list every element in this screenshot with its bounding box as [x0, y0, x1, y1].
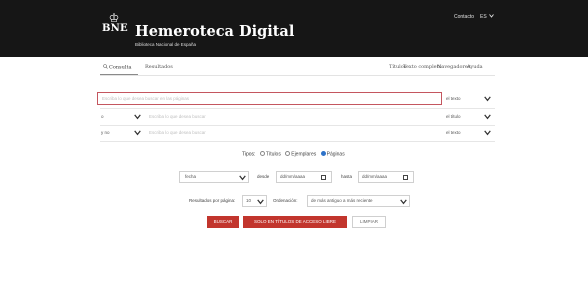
chevron-down-icon[interactable] — [484, 130, 491, 136]
field-select-3[interactable]: el texto — [446, 130, 461, 136]
date-to-label: hasta — [341, 174, 353, 179]
per-page-value: 10 — [246, 198, 252, 203]
row-divider — [100, 108, 495, 109]
radio-label-paginas[interactable]: Páginas — [327, 152, 345, 158]
nav-ayuda[interactable]: Ayuda — [467, 64, 483, 71]
search-icon — [103, 64, 108, 69]
site-header: ♔ BNE Hemeroteca Digital Biblioteca Naci… — [0, 0, 588, 57]
types-filter: Tipos: Títulos Ejemplares Páginas — [242, 151, 345, 159]
nav-divider — [100, 75, 495, 76]
calendar-icon[interactable] — [321, 174, 326, 180]
search-placeholder-1: Escriba lo que desea buscar en las págin… — [102, 96, 190, 101]
per-page-label: Resultados por página: — [189, 198, 236, 203]
site-title[interactable]: Hemeroteca Digital — [135, 24, 294, 40]
chevron-down-icon — [257, 199, 264, 204]
language-label: ES — [480, 14, 487, 20]
order-select[interactable]: de más antiguo a más reciente — [307, 195, 410, 207]
nav-texto-completo[interactable]: Texto completo — [403, 64, 442, 71]
date-from-input[interactable]: dd/mm/aaaa — [276, 171, 332, 183]
search-placeholder-2: Escriba lo que desea buscar — [149, 114, 206, 119]
date-from-placeholder: dd/mm/aaaa — [280, 174, 306, 179]
date-from-label: desde — [257, 174, 270, 179]
field-select-1[interactable]: el texto — [446, 96, 461, 102]
clear-button[interactable]: LIMPIAR — [352, 216, 386, 228]
field-select-2[interactable]: el título — [446, 114, 461, 120]
operator-select-2[interactable]: o — [101, 114, 104, 120]
types-label: Tipos: — [242, 151, 256, 158]
site-subtitle: Biblioteca Nacional de España — [135, 42, 197, 47]
search-placeholder-3: Escriba lo que desea buscar — [149, 130, 206, 135]
logo-text: BNE — [102, 23, 128, 34]
radio-label-titulos[interactable]: Títulos — [266, 152, 281, 158]
order-label: Ordenación: — [273, 198, 298, 203]
active-tab-indicator — [100, 74, 138, 75]
chevron-down-icon[interactable] — [134, 130, 141, 136]
radio-titulos[interactable] — [259, 151, 265, 156]
bne-logo[interactable]: ♔ BNE — [102, 11, 128, 34]
chevron-down-icon[interactable] — [134, 114, 141, 120]
order-value: de más antiguo a más reciente — [311, 198, 373, 203]
operator-select-3[interactable]: y no — [101, 130, 110, 136]
date-to-placeholder: dd/mm/aaaa — [362, 174, 388, 179]
search-input-1[interactable]: Escriba lo que desea buscar en las págin… — [97, 92, 442, 105]
per-page-select[interactable]: 10 — [242, 195, 267, 207]
chevron-down-icon — [489, 14, 494, 18]
chevron-down-icon[interactable] — [484, 96, 491, 102]
free-access-button[interactable]: SOLO EN TÍTULOS DE ACCESO LIBRE — [243, 216, 347, 228]
language-selector[interactable]: ES — [480, 14, 494, 21]
date-to-input[interactable]: dd/mm/aaaa — [358, 171, 414, 183]
search-input-2[interactable]: Escriba lo que desea buscar — [144, 110, 442, 123]
chevron-down-icon — [239, 175, 246, 180]
date-field-value: fecha — [185, 174, 197, 179]
row-divider — [100, 141, 495, 142]
crown-icon: ♔ — [108, 11, 120, 25]
search-button[interactable]: BUSCAR — [207, 216, 239, 228]
date-field-select[interactable]: fecha — [179, 171, 249, 183]
chevron-down-icon[interactable] — [484, 114, 491, 120]
tab-consulta[interactable]: Consulta — [103, 64, 131, 72]
search-input-3[interactable]: Escriba lo que desea buscar — [144, 126, 442, 139]
tab-consulta-label: Consulta — [109, 64, 132, 71]
radio-paginas[interactable] — [320, 151, 326, 156]
contact-link[interactable]: Contacto — [454, 14, 474, 21]
radio-label-ejemplares[interactable]: Ejemplares — [291, 152, 316, 158]
radio-ejemplares[interactable] — [285, 151, 291, 156]
chevron-down-icon — [400, 199, 407, 204]
nav-navegadores[interactable]: Navegadores — [437, 64, 470, 71]
tab-resultados[interactable]: Resultados — [145, 64, 173, 71]
calendar-icon[interactable] — [403, 174, 408, 180]
